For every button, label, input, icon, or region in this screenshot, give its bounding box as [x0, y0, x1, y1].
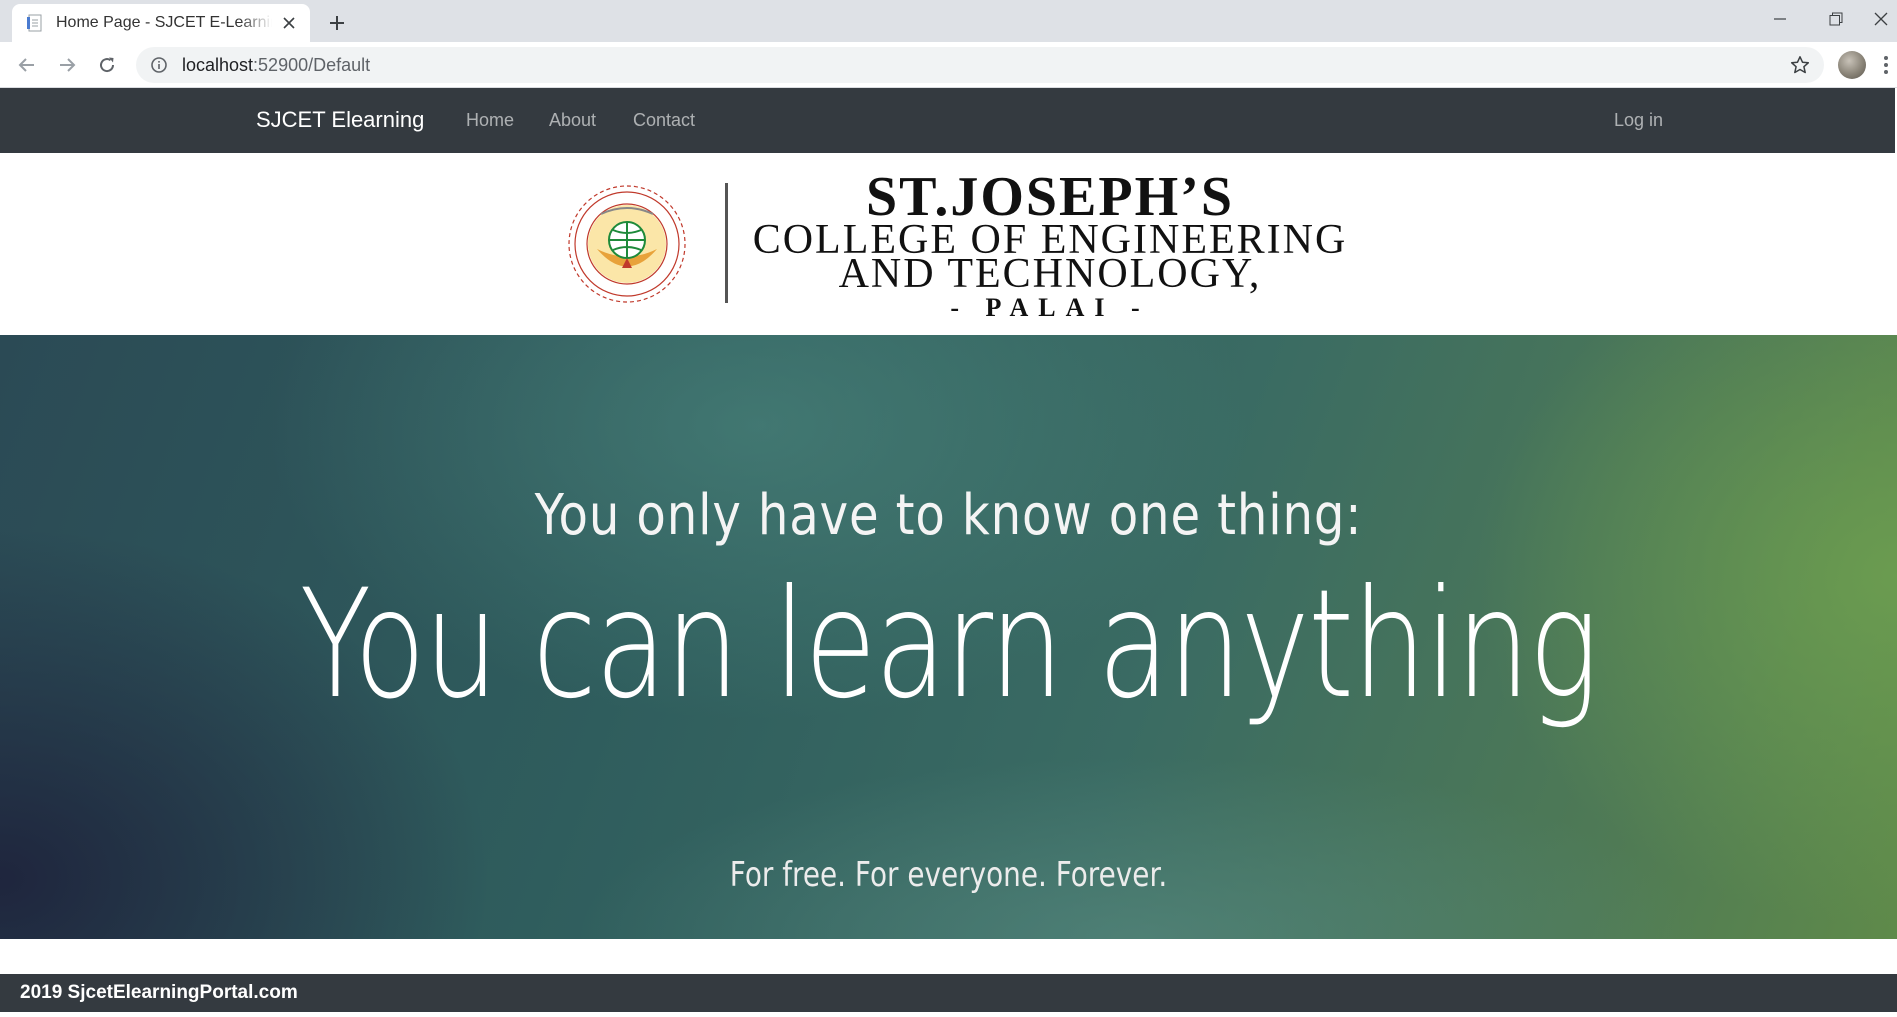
hero-tagline: You only have to know one thing:	[534, 483, 1363, 548]
college-logo-banner: ST.JOSEPH’S COLLEGE OF ENGINEERING AND T…	[0, 153, 1897, 335]
profile-avatar[interactable]	[1838, 51, 1866, 79]
browser-tab[interactable]: Home Page - SJCET E-Learning Portal	[12, 4, 310, 42]
close-window-icon[interactable]	[1864, 0, 1897, 38]
url-host: localhost	[182, 54, 254, 75]
nav-link-home[interactable]: Home	[466, 110, 514, 131]
url-text: localhost:52900/Default	[182, 55, 370, 76]
college-seal-icon	[541, 183, 713, 305]
new-tab-icon[interactable]	[322, 8, 352, 38]
navbar-brand[interactable]: SJCET Elearning	[256, 107, 424, 133]
page-favicon-icon	[26, 14, 44, 32]
nav-link-contact[interactable]: Contact	[633, 110, 695, 131]
hero-headline: You can learn anything	[299, 558, 1599, 732]
college-location: - PALAI -	[950, 293, 1150, 322]
site-navbar: SJCET Elearning Home About Contact Log i…	[0, 88, 1897, 153]
back-arrow-icon[interactable]	[13, 51, 41, 79]
login-link[interactable]: Log in	[1614, 110, 1663, 131]
site-info-icon[interactable]	[150, 56, 168, 74]
browser-tabstrip: Home Page - SJCET E-Learning Portal	[0, 0, 1897, 42]
reload-icon[interactable]	[93, 51, 121, 79]
browser-toolbar: localhost:52900/Default	[0, 42, 1897, 88]
tab-title: Home Page - SJCET E-Learning Portal	[56, 14, 272, 31]
hero-subtitle: For free. For everyone. Forever.	[729, 855, 1168, 895]
minimize-window-icon[interactable]	[1752, 0, 1808, 38]
footer-copyright: 2019 SjcetElearningPortal.com	[20, 982, 298, 1003]
web-page: SJCET Elearning Home About Contact Log i…	[0, 88, 1897, 1017]
logo-divider	[725, 183, 728, 303]
restore-window-icon[interactable]	[1808, 0, 1864, 38]
hero-banner: You only have to know one thing: You can…	[0, 335, 1897, 939]
site-footer: 2019 SjcetElearningPortal.com	[0, 974, 1897, 1012]
college-name: ST.JOSEPH’S COLLEGE OF ENGINEERING AND T…	[735, 166, 1365, 325]
bookmark-star-icon[interactable]	[1790, 55, 1810, 75]
college-name-line-1: ST.JOSEPH’S	[866, 166, 1234, 228]
browser-menu-icon[interactable]	[1880, 52, 1892, 78]
address-bar[interactable]: localhost:52900/Default	[136, 47, 1824, 83]
forward-arrow-icon[interactable]	[53, 51, 81, 79]
close-tab-icon[interactable]	[278, 12, 300, 34]
url-path: :52900/Default	[253, 54, 371, 75]
nav-link-about[interactable]: About	[549, 110, 596, 131]
